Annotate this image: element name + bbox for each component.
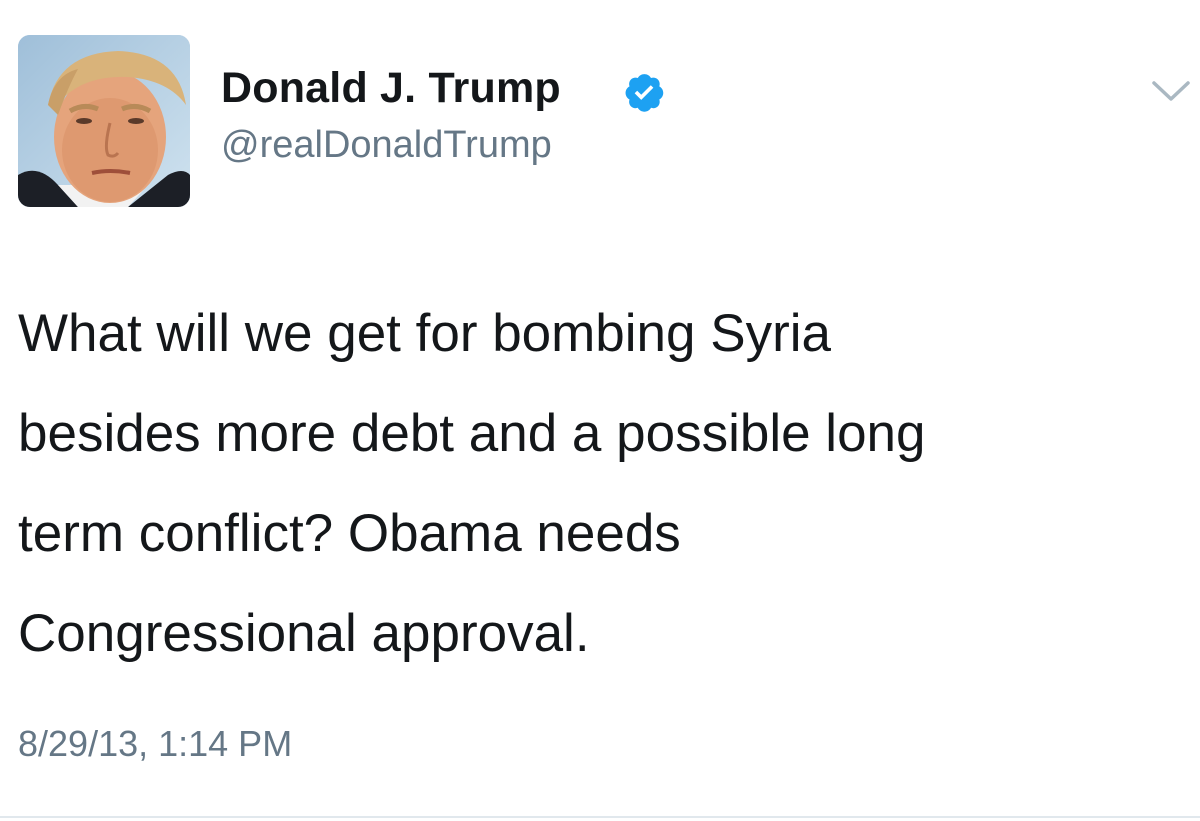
- tweet-text-line: Congressional approval.: [18, 604, 590, 663]
- avatar-photo-icon: [18, 35, 190, 207]
- tweet-text-line: besides more debt and a possible long: [18, 404, 926, 463]
- verified-badge-icon: [622, 70, 666, 114]
- tweet-text: What will we get for bombing Syria besid…: [18, 284, 1188, 684]
- tweet-text-line: term conflict? Obama needs: [18, 504, 681, 563]
- chevron-down-icon[interactable]: [1150, 78, 1192, 104]
- tweet-timestamp[interactable]: 8/29/13, 1:14 PM: [18, 723, 292, 765]
- tweet-text-line: What will we get for bombing Syria: [18, 304, 831, 363]
- avatar[interactable]: [18, 35, 190, 207]
- tweet-card: Donald J. Trump @realDonaldTrump What wi…: [0, 0, 1200, 821]
- user-handle[interactable]: @realDonaldTrump: [221, 124, 552, 167]
- display-name[interactable]: Donald J. Trump: [221, 64, 561, 113]
- divider: [0, 816, 1200, 818]
